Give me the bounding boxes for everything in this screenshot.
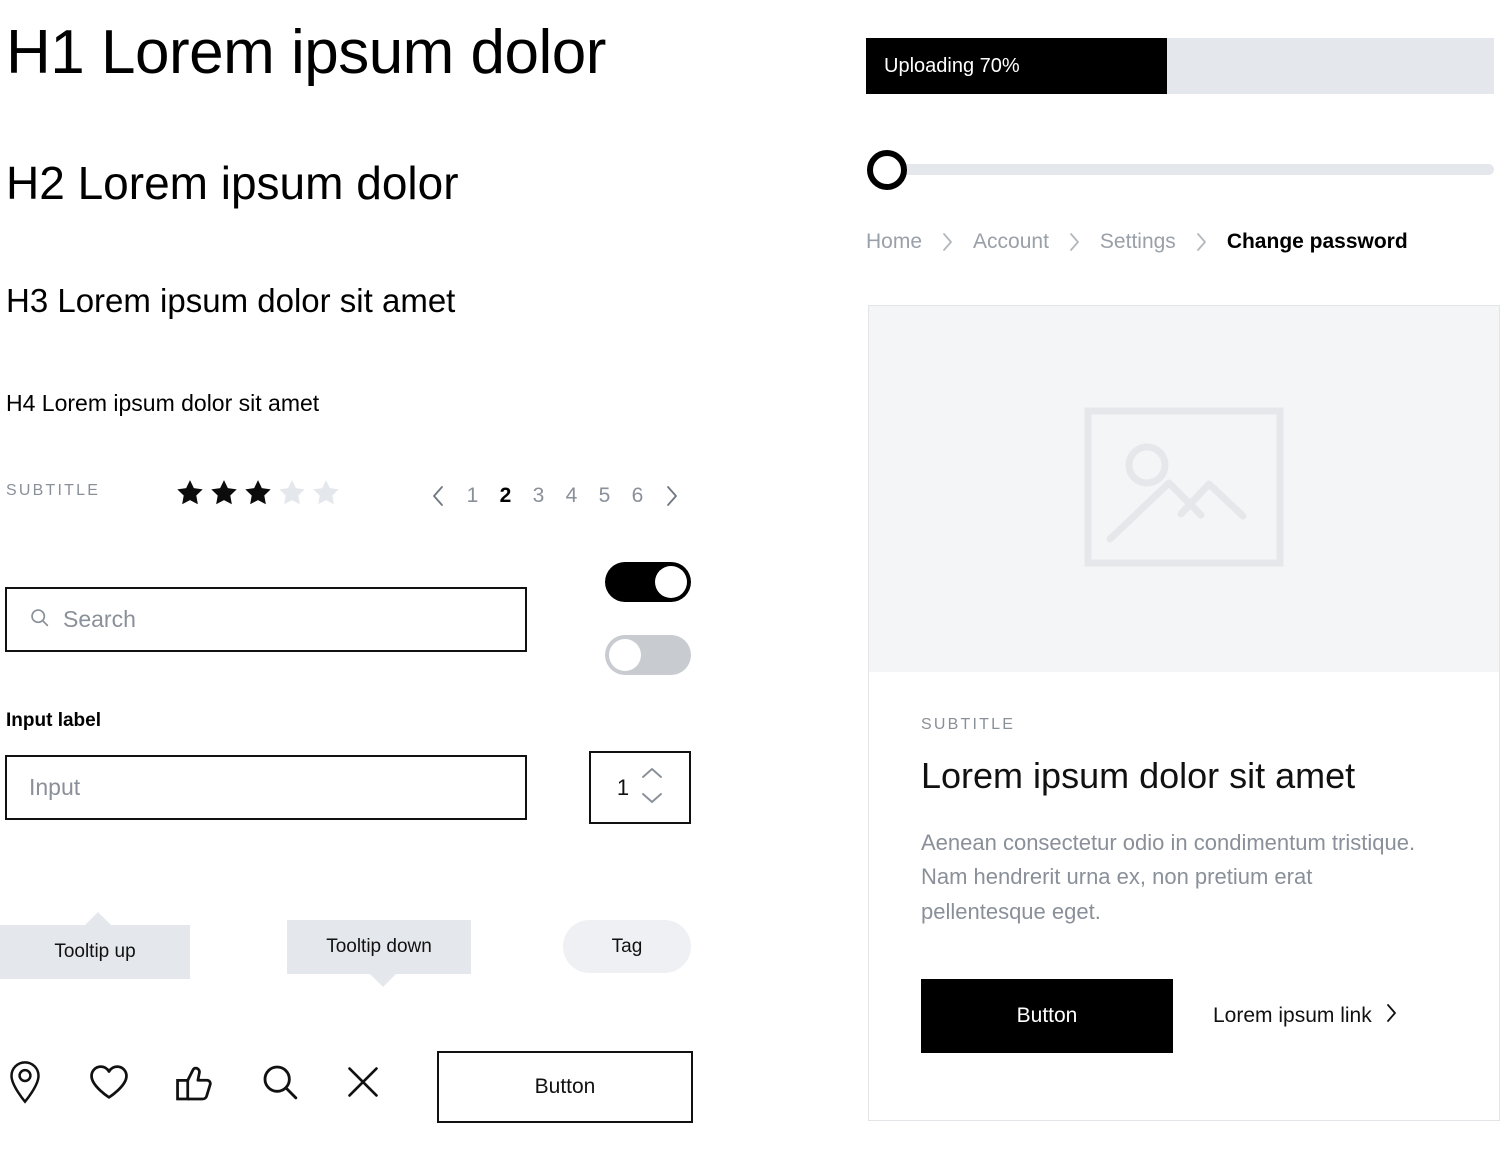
text-input[interactable]: Input bbox=[5, 755, 527, 820]
progress-bar-fill: Uploading 70% bbox=[866, 38, 1168, 94]
heading-h3: H3 Lorem ipsum dolor sit amet bbox=[6, 282, 456, 319]
pagination[interactable]: 1 2 3 4 5 6 bbox=[420, 478, 690, 514]
card-media bbox=[869, 306, 1499, 672]
pagination-page-6[interactable]: 6 bbox=[621, 478, 654, 514]
toggle-knob bbox=[609, 639, 641, 671]
star-rating[interactable] bbox=[175, 478, 341, 507]
chevron-up-icon[interactable] bbox=[641, 766, 663, 784]
star-icon-empty[interactable] bbox=[277, 478, 307, 507]
outline-button[interactable]: Button bbox=[437, 1051, 693, 1123]
card-title: Lorem ipsum dolor sit amet bbox=[921, 755, 1356, 796]
search-icon bbox=[29, 607, 50, 633]
star-icon-filled[interactable] bbox=[243, 478, 273, 507]
breadcrumb-item-account[interactable]: Account bbox=[973, 230, 1049, 254]
pagination-page-2[interactable]: 2 bbox=[489, 478, 522, 514]
map-pin-icon[interactable] bbox=[6, 1060, 44, 1109]
heading-h1: H1 Lorem ipsum dolor bbox=[6, 18, 606, 87]
star-icon-filled[interactable] bbox=[209, 478, 239, 507]
toggle-knob bbox=[655, 566, 687, 598]
slider-track[interactable] bbox=[884, 164, 1494, 175]
range-slider[interactable] bbox=[866, 150, 1494, 190]
progress-bar: Uploading 70% bbox=[866, 38, 1494, 94]
pagination-page-3[interactable]: 3 bbox=[522, 478, 555, 514]
wireframe-ui-kit: H1 Lorem ipsum dolor H2 Lorem ipsum dolo… bbox=[0, 0, 1500, 1150]
card-body: SUBTITLE Lorem ipsum dolor sit amet Aene… bbox=[869, 672, 1499, 1053]
card-actions: Button Lorem ipsum link bbox=[921, 978, 1447, 1053]
content-card: SUBTITLE Lorem ipsum dolor sit amet Aene… bbox=[868, 305, 1500, 1121]
pagination-page-4[interactable]: 4 bbox=[555, 478, 588, 514]
stepper-controls[interactable] bbox=[641, 766, 663, 809]
search-input[interactable]: Search bbox=[5, 587, 527, 652]
right-column: Uploading 70% Home Account Settings Chan… bbox=[866, 0, 1500, 1150]
subtitle-label: SUBTITLE bbox=[6, 482, 101, 499]
progress-label: Uploading 70% bbox=[884, 54, 1020, 77]
card-link[interactable]: Lorem ipsum link bbox=[1213, 1003, 1398, 1029]
heading-h4: H4 Lorem ipsum dolor sit amet bbox=[6, 390, 320, 416]
chevron-right-icon[interactable] bbox=[654, 478, 690, 514]
search-placeholder: Search bbox=[63, 606, 136, 632]
chevron-right-icon bbox=[922, 232, 973, 252]
chevron-left-icon[interactable] bbox=[420, 478, 456, 514]
left-column: H1 Lorem ipsum dolor H2 Lorem ipsum dolo… bbox=[0, 0, 800, 1150]
heading-h2: H2 Lorem ipsum dolor bbox=[6, 157, 459, 209]
close-icon[interactable] bbox=[344, 1063, 382, 1106]
card-link-label: Lorem ipsum link bbox=[1213, 1003, 1372, 1027]
breadcrumb-item-settings[interactable]: Settings bbox=[1100, 230, 1176, 254]
card-subtitle: SUBTITLE bbox=[921, 716, 1016, 733]
star-icon-filled[interactable] bbox=[175, 478, 205, 507]
tag-chip[interactable]: Tag bbox=[563, 920, 691, 973]
chevron-right-icon bbox=[1176, 232, 1227, 252]
breadcrumb-item-home[interactable]: Home bbox=[866, 230, 922, 254]
pagination-page-5[interactable]: 5 bbox=[588, 478, 621, 514]
chevron-down-icon[interactable] bbox=[641, 791, 663, 809]
tooltip-down: Tooltip down bbox=[287, 920, 471, 987]
quantity-stepper[interactable]: 1 bbox=[589, 751, 691, 824]
slider-knob[interactable] bbox=[867, 150, 907, 190]
image-placeholder-icon bbox=[1084, 407, 1284, 572]
pagination-page-1[interactable]: 1 bbox=[456, 478, 489, 514]
icon-row bbox=[6, 1060, 382, 1109]
input-label: Input label bbox=[6, 710, 101, 731]
card-text: Aenean consectetur odio in condimentum t… bbox=[921, 830, 1416, 924]
heart-icon[interactable] bbox=[88, 1062, 130, 1107]
chevron-right-icon bbox=[1385, 1003, 1398, 1029]
breadcrumb: Home Account Settings Change password bbox=[866, 230, 1408, 254]
primary-button[interactable]: Button bbox=[921, 978, 1173, 1053]
search-icon[interactable] bbox=[260, 1062, 300, 1107]
toggle-switch-off[interactable] bbox=[605, 635, 691, 675]
toggle-switch-on[interactable] bbox=[605, 562, 691, 602]
star-icon-empty[interactable] bbox=[311, 478, 341, 507]
tooltip-up: Tooltip up bbox=[0, 912, 190, 979]
stepper-value: 1 bbox=[616, 774, 630, 800]
breadcrumb-item-change-password: Change password bbox=[1226, 230, 1408, 253]
thumbs-up-icon[interactable] bbox=[174, 1061, 216, 1108]
chevron-right-icon bbox=[1049, 232, 1100, 252]
text-input-placeholder: Input bbox=[29, 774, 81, 800]
